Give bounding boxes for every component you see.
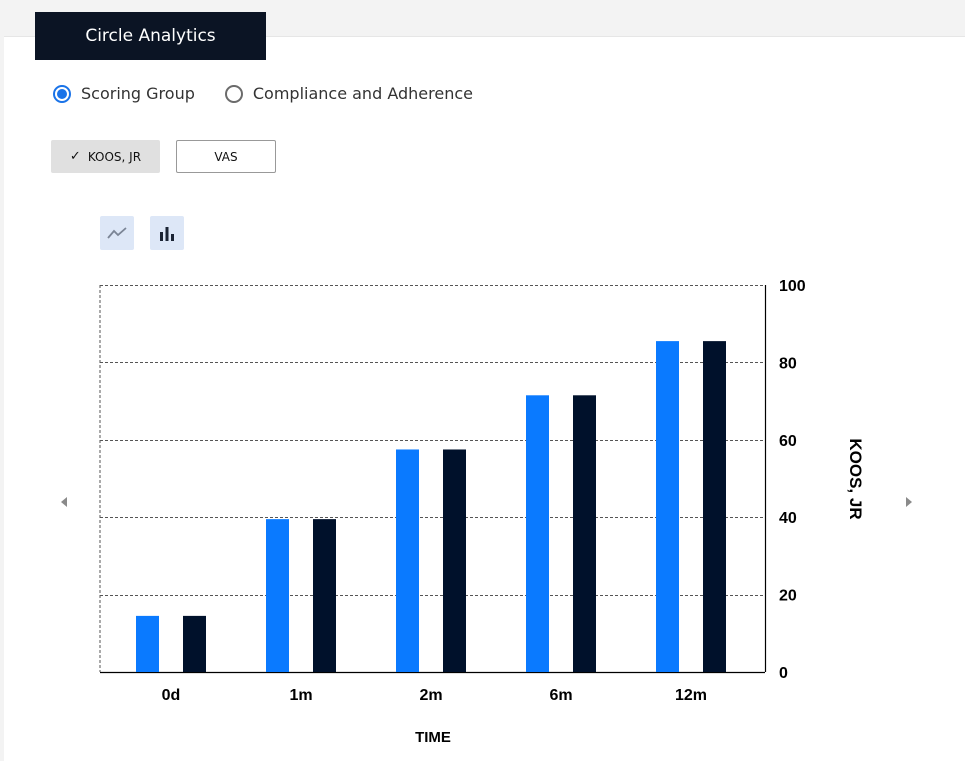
bar-2m-series-1[interactable] [396,449,419,672]
y-tick-label: 100 [779,278,806,295]
y-axis-ticks: 0 20 40 60 80 100 [779,278,806,682]
x-axis-ticks: 0d 1m 2m 6m 12m [162,687,707,704]
y-tick-label: 20 [779,588,797,605]
x-tick-label: 12m [675,687,707,704]
bar-1m-series-1[interactable] [266,519,289,672]
x-tick-label: 1m [289,687,312,704]
bar-12m-series-1[interactable] [656,341,679,672]
bar-2m-series-2[interactable] [443,449,466,672]
bar-12m-series-2[interactable] [703,341,726,672]
x-tick-label: 2m [419,687,442,704]
y-tick-label: 60 [779,433,797,450]
y-tick-label: 80 [779,355,797,372]
chart-bars [136,341,726,672]
bar-6m-series-2[interactable] [573,395,596,672]
y-tick-label: 0 [779,665,788,682]
y-tick-label: 40 [779,510,797,527]
x-tick-label: 6m [549,687,572,704]
bar-chart: 0 20 40 60 80 100 0d 1m 2m 6m 12m TIME KOOS, JR [99,278,865,746]
x-axis-title: TIME [415,729,451,746]
x-tick-label: 0d [162,687,181,704]
bar-0d-series-2[interactable] [183,615,206,672]
y-axis-title: KOOS, JR [846,438,865,519]
bar-0d-series-1[interactable] [136,615,159,672]
bar-1m-series-2[interactable] [313,519,336,672]
bar-6m-series-1[interactable] [526,395,549,672]
